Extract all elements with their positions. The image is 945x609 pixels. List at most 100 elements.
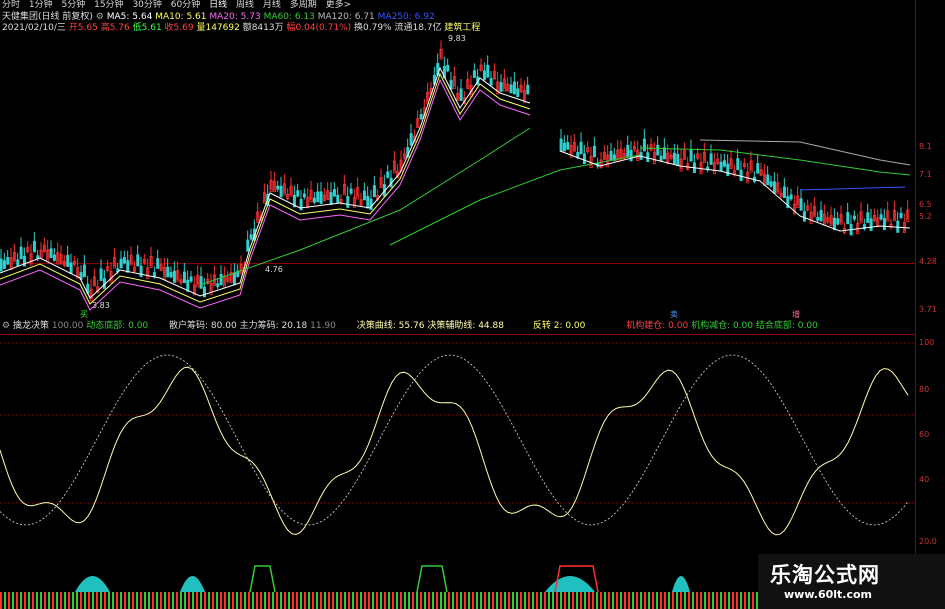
volume-bar [8, 592, 10, 609]
volume-bar [664, 592, 666, 609]
candle-body [302, 193, 306, 198]
volume-bar [128, 592, 130, 609]
volume-bar [36, 592, 38, 609]
candle-body [799, 198, 803, 211]
volume-bar [476, 592, 478, 609]
volume-bar [428, 592, 430, 609]
volume-bar [112, 592, 114, 609]
candle-body [899, 212, 903, 218]
volume-bar [520, 592, 522, 609]
volume-bar [704, 592, 706, 609]
plateau-0 [249, 565, 276, 593]
volume-bar [628, 592, 630, 609]
volume-bar [172, 592, 174, 609]
volume-bar [488, 592, 490, 609]
volume-bar [552, 592, 554, 609]
candle-body [726, 163, 730, 177]
candle-body [756, 163, 760, 174]
volume-bar [356, 592, 358, 609]
volume-bar [480, 592, 482, 609]
y-label: 60 [919, 430, 930, 439]
candle-body [816, 216, 820, 221]
volume-bar [408, 592, 410, 609]
candle-body [646, 152, 650, 162]
volume-bar [528, 592, 530, 609]
candle-body [419, 114, 423, 120]
candle-body [99, 268, 103, 281]
volume-bar [648, 592, 650, 609]
volume-bar [332, 592, 334, 609]
volume-bar [60, 592, 62, 609]
volume-bar [4, 592, 6, 609]
decision-curve [0, 366, 909, 536]
volume-bar [280, 592, 282, 609]
decision-aux-line [0, 354, 909, 526]
volume-bar [432, 592, 434, 609]
volume-bar [744, 592, 746, 609]
candle-body [409, 133, 413, 146]
volume-bar [556, 592, 558, 609]
volume-bar [676, 592, 678, 609]
volume-bar [20, 592, 22, 609]
candle-body [82, 264, 86, 278]
volume-bar [608, 592, 610, 609]
candle-body [562, 142, 566, 152]
candle-body [69, 262, 73, 274]
volume-bar [368, 592, 370, 609]
candle-body [232, 272, 236, 285]
candle-body [579, 141, 583, 155]
candle-body [566, 142, 570, 150]
volume-bar [328, 592, 330, 609]
volume-bar [540, 592, 542, 609]
volume-bar [116, 592, 118, 609]
candle-body [296, 190, 300, 197]
volume-bar [196, 592, 198, 609]
candle-body [626, 144, 630, 157]
volume-bar [336, 592, 338, 609]
candle-body [169, 272, 173, 278]
candle-body [739, 169, 743, 182]
candle-body [869, 218, 873, 231]
volume-bar [124, 592, 126, 609]
candle-body [346, 195, 350, 208]
candle-body [592, 145, 596, 158]
volume-bar [708, 592, 710, 609]
volume-bar [100, 592, 102, 609]
volume-bar [380, 592, 382, 609]
candle-body [782, 186, 786, 198]
volume-bar [340, 592, 342, 609]
volume-bar [384, 592, 386, 609]
volume-bar [592, 592, 594, 609]
volume-bar [144, 592, 146, 609]
candle-body [336, 194, 340, 204]
candle-body [802, 211, 806, 222]
volume-bar [284, 592, 286, 609]
volume-bar [244, 592, 246, 609]
candle-body [279, 185, 283, 198]
volume-bar [388, 592, 390, 609]
candle-body [349, 188, 353, 194]
plateau-1 [416, 565, 448, 593]
volume-bar [352, 592, 354, 609]
volume-bar [136, 592, 138, 609]
candle-body [189, 276, 193, 282]
volume-bar [568, 592, 570, 609]
candle-body [219, 273, 223, 286]
volume-bar [508, 592, 510, 609]
ma20-line [0, 78, 531, 311]
candle-body [559, 138, 563, 152]
volume-bar [612, 592, 614, 609]
candle-body [832, 217, 836, 231]
volume-bar [44, 592, 46, 609]
candle-body [512, 81, 516, 95]
volume-bar [184, 592, 186, 609]
volume-bar [652, 592, 654, 609]
candle-body [199, 276, 203, 289]
candle-body [642, 138, 646, 152]
volume-bar [732, 592, 734, 609]
volume-bar [464, 592, 466, 609]
candle-body [446, 65, 450, 72]
volume-bar [640, 592, 642, 609]
candle-body [672, 152, 676, 165]
volume-bar [104, 592, 106, 609]
